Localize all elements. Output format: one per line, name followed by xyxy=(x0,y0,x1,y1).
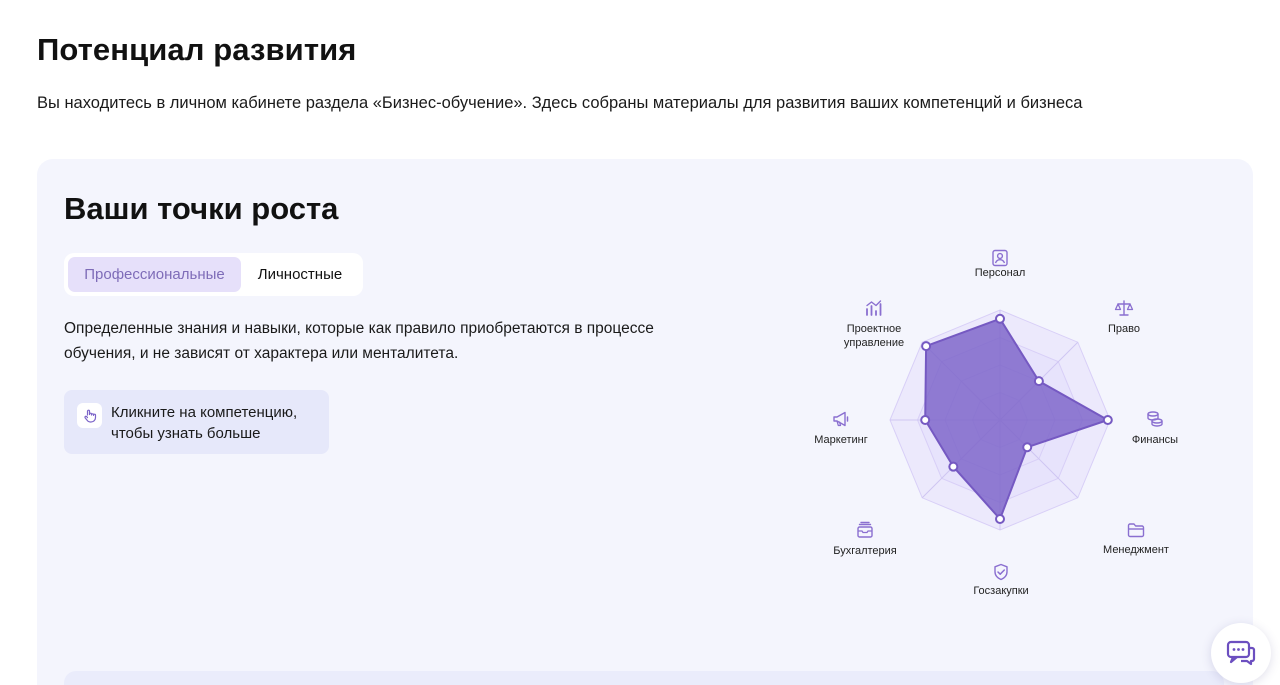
personnel-icon xyxy=(990,248,1010,268)
radar-point xyxy=(921,341,932,352)
wallet-icon xyxy=(855,520,875,540)
radar-svg xyxy=(889,309,1113,531)
radar-point xyxy=(920,415,931,425)
radar-category-label: Менеджмент xyxy=(1103,544,1169,556)
chart-icon xyxy=(864,298,884,318)
radar-point xyxy=(948,461,959,472)
radar-point xyxy=(995,514,1005,524)
radar-category-label: Право xyxy=(1108,323,1140,335)
radar-category-label: Проектное управление xyxy=(843,323,905,349)
radar-category-label: Финансы xyxy=(1131,434,1179,446)
radar-category-label: Бухгалтерия xyxy=(833,545,897,557)
scales-icon xyxy=(1114,298,1134,318)
radar-category-label: Маркетинг xyxy=(814,434,868,446)
radar-point xyxy=(1033,376,1044,387)
radar-point xyxy=(1102,415,1113,425)
radar-category-label: Госзакупки xyxy=(973,585,1029,597)
radar-category-label: Персонал xyxy=(974,267,1026,279)
radar-point xyxy=(995,313,1005,324)
chat-button[interactable] xyxy=(1211,623,1271,683)
megaphone-icon xyxy=(831,409,851,429)
radar-point xyxy=(1022,442,1033,453)
chat-icon xyxy=(1226,640,1256,666)
folder-icon xyxy=(1126,520,1146,540)
coins-icon xyxy=(1145,409,1165,429)
shield-check-icon xyxy=(991,562,1011,582)
